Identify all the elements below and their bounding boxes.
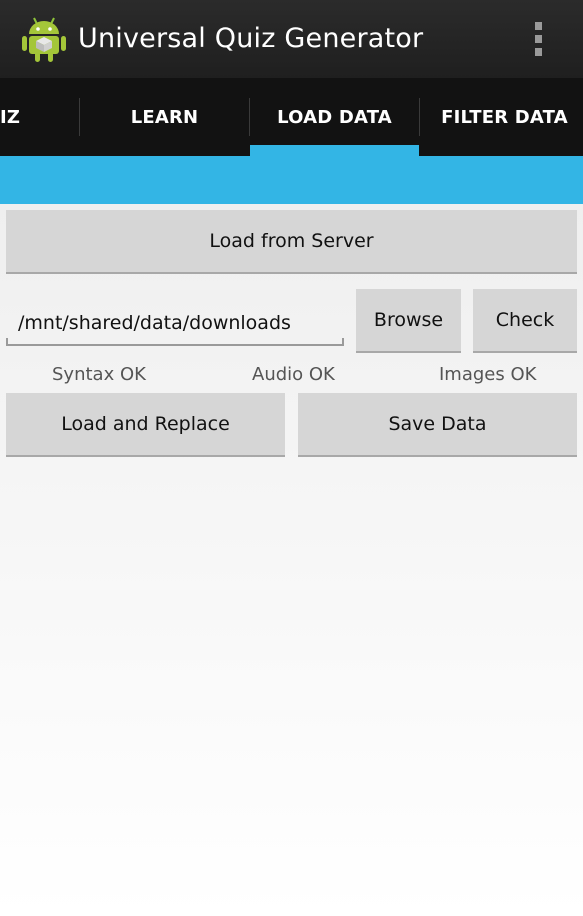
tab-label: LEARN [130,106,199,128]
app-title: Universal Quiz Generator [78,23,424,54]
tab-quiz[interactable]: IZ [0,78,50,156]
tab-label: LOAD DATA [277,106,392,128]
audio-status: Audio OK [252,364,335,385]
action-bar: Universal Quiz Generator [0,0,583,78]
tab-selected-indicator [250,145,419,156]
android-robot-icon[interactable] [22,14,66,64]
tab-filter-data[interactable]: FILTER DATA [420,78,583,156]
browse-button[interactable]: Browse [356,289,461,353]
load-data-panel: Load from Server /mnt/shared/data/downlo… [0,204,583,916]
path-input[interactable]: /mnt/shared/data/downloads [6,308,344,346]
check-button[interactable]: Check [473,289,577,353]
overflow-menu-icon[interactable] [522,16,554,62]
tab-label: IZ [0,106,21,128]
load-from-server-button[interactable]: Load from Server [6,210,577,274]
save-data-button[interactable]: Save Data [298,393,577,457]
accent-strip [0,156,583,204]
tab-learn[interactable]: LEARN [80,78,249,156]
tab-label: FILTER DATA [441,106,568,128]
load-and-replace-button[interactable]: Load and Replace [6,393,285,457]
syntax-status: Syntax OK [52,364,146,385]
tab-bar: IZ LEARN LOAD DATA FILTER DATA [0,78,583,156]
images-status: Images OK [439,364,537,385]
